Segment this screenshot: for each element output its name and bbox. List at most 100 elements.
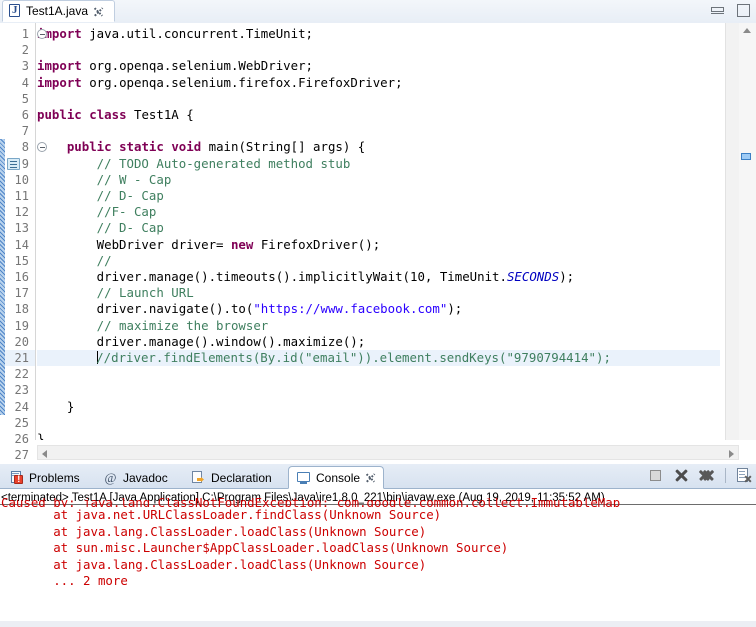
code-line[interactable]: // D- Cap [37,188,720,204]
console-output-line: at java.lang.ClassLoader.loadClass(Unkno… [1,556,427,572]
code-line[interactable]: // W - Cap [37,172,720,188]
console-output-line: Caused by: java.lang.ClassNotFoundExcept… [1,498,621,507]
line-number: 11 [14,189,29,203]
code-line[interactable] [37,382,720,398]
line-number: 13 [14,221,29,236]
console-output: Caused by: java.lang.ClassNotFoundExcept… [0,498,756,590]
code-line[interactable]: // maximize the browser [37,318,720,334]
console-output-line: ... 2 more [1,573,128,588]
tab-console[interactable]: Console [288,466,385,489]
console-output-line: at sun.misc.Launcher$AppClassLoader.load… [1,540,509,555]
code-line[interactable] [37,366,720,382]
code-line[interactable]: // Launch URL [37,285,720,301]
tab-label: Declaration [211,470,272,485]
code-line[interactable]: } [37,431,720,440]
editor-tab-folder: J Test1A.java [0,0,756,24]
line-number: 12 [14,205,29,220]
line-number: 2 [21,43,29,58]
line-number: 14 [14,237,29,252]
code-line[interactable]: import org.openqa.selenium.firefox.Firef… [37,75,720,91]
line-number: 3 [21,59,29,74]
line-number: 7 [21,124,29,139]
editor-part: J Test1A.java 1 2 3 4 5 6 7 8 9 10 11 12 13 14 15 16 17 1… [0,0,756,464]
code-line[interactable]: // [37,253,720,269]
line-number: 9 [21,156,29,171]
code-line[interactable]: driver.manage().window().maximize(); [37,334,720,350]
minimize-icon[interactable] [711,7,724,14]
document-clear-icon[interactable] [735,467,752,484]
console-tab-folder: Problems @ Javadoc Declaration Console [0,464,756,489]
console-output-line: at java.net.URLClassLoader.findClass(Unk… [1,507,442,522]
code-line[interactable]: import org.openqa.selenium.WebDriver; [37,58,720,74]
overview-ruler[interactable] [725,23,739,440]
scroll-up-icon[interactable] [743,28,751,33]
problems-icon [9,470,24,485]
close-icon[interactable] [93,6,104,17]
code-line[interactable]: // D- Cap [37,220,720,236]
console-output-line: at java.lang.ClassLoader.loadClass(Unkno… [1,523,427,539]
line-number: 16 [14,270,29,284]
window-controls [711,4,750,17]
code-line[interactable]: WebDriver driver= new FirefoxDriver(); [37,237,720,253]
toolbar-separator [725,468,726,483]
console-icon [296,470,311,485]
tab-label: Problems [29,470,80,485]
close-icon[interactable] [365,472,376,483]
code-line[interactable]: //driver.findElements(By.id("email")).el… [37,350,720,366]
line-number: 6 [21,108,29,122]
tab-declaration[interactable]: Declaration [184,466,284,489]
close-x-icon[interactable] [673,467,690,484]
code-line[interactable]: public class Test1A { [37,107,720,123]
scroll-right-icon[interactable] [729,449,734,458]
code-line[interactable] [37,91,720,107]
editor-tab-test1a-java[interactable]: J Test1A.java [2,0,115,22]
line-number: 8 [21,140,29,155]
line-number: 5 [21,91,29,106]
maximize-icon[interactable] [737,4,750,17]
code-line[interactable]: driver.navigate().to("https://www.facebo… [37,301,720,317]
editor-horizontal-scrollbar[interactable] [37,441,739,464]
line-number: 23 [14,383,29,398]
tab-label: Console [316,470,361,485]
line-number: 1 [21,27,29,41]
code-line[interactable]: driver.manage().timeouts().implicitlyWai… [37,269,720,285]
line-number: 20 [14,334,29,349]
code-line[interactable] [37,42,720,58]
line-number: 17 [14,286,29,301]
java-file-icon: J [8,4,22,18]
line-number-ruler: 1 2 3 4 5 6 7 8 9 10 11 12 13 14 15 16 17 18 19 20 21 22 23 24 2… [5,23,36,462]
line-number: 21 [14,351,29,365]
tab-label: Javadoc [123,470,168,485]
stop-square-icon[interactable] [647,467,664,484]
editor-tab-label: Test1A.java [26,4,89,18]
tab-javadoc[interactable]: @ Javadoc [96,466,180,489]
line-number: 22 [14,367,29,382]
line-number: 4 [21,75,29,90]
overview-marker[interactable] [741,153,751,160]
status-strip [0,621,756,627]
line-number: 26 [14,432,29,446]
at-icon: @ [104,470,117,485]
source-code-text[interactable]: import java.util.concurrent.TimeUnit; imp… [37,23,720,440]
editor-vertical-scrollbar[interactable] [739,23,756,440]
code-line[interactable]: import java.util.concurrent.TimeUnit; [37,26,720,42]
tab-problems[interactable]: Problems [2,466,92,489]
eclipse-ide-window: J Test1A.java 1 2 3 4 5 6 7 8 9 10 11 12 13 14 15 16 17 1… [0,0,756,627]
code-line[interactable] [37,123,720,139]
scroll-left-icon[interactable] [42,449,47,458]
code-line[interactable]: public static void main(String[] args) { [37,139,720,155]
line-number: 27 [14,448,29,463]
line-number: 24 [14,399,29,414]
line-number: 18 [14,302,29,317]
close-all-icon[interactable] [699,467,716,484]
declaration-icon [191,470,206,485]
console-body[interactable]: <terminated> Test1A [Java Application] C… [0,489,756,627]
code-line[interactable]: // TODO Auto-generated method stub [37,156,720,172]
code-line[interactable]: } [37,399,720,415]
code-line[interactable] [37,415,720,431]
console-part: Problems @ Javadoc Declaration Console <term… [0,464,756,627]
editor-body: 1 2 3 4 5 6 7 8 9 10 11 12 13 14 15 16 17 18 19 20 21 22 23 24 2… [0,23,756,464]
fold-collapse-icon[interactable] [37,29,47,39]
line-number: 10 [14,172,29,187]
code-line[interactable]: //F- Cap [37,204,720,220]
